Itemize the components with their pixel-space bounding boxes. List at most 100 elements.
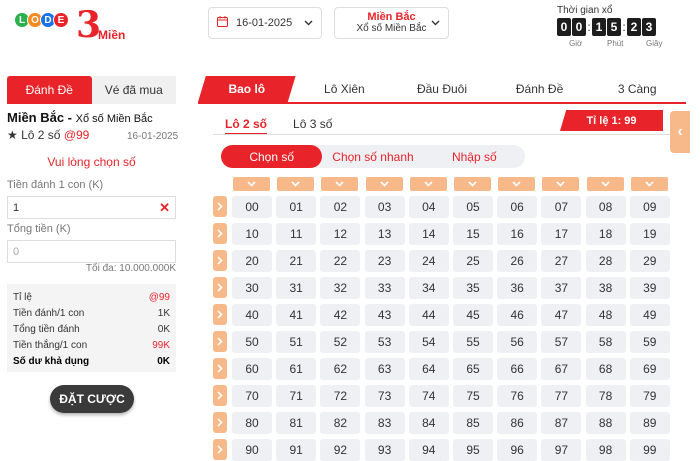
- number-cell[interactable]: 77: [541, 385, 582, 407]
- select-column-button[interactable]: [498, 177, 536, 191]
- number-cell[interactable]: 44: [408, 304, 449, 326]
- number-cell[interactable]: 63: [364, 358, 405, 380]
- number-cell[interactable]: 18: [585, 223, 626, 245]
- number-cell[interactable]: 64: [408, 358, 449, 380]
- number-cell[interactable]: 76: [497, 385, 538, 407]
- number-cell[interactable]: 07: [541, 196, 582, 218]
- tab-3-cang[interactable]: 3 Càng: [588, 76, 686, 102]
- number-cell[interactable]: 71: [276, 385, 317, 407]
- number-cell[interactable]: 83: [364, 412, 405, 434]
- select-row-button[interactable]: [213, 196, 227, 217]
- number-cell[interactable]: 19: [629, 223, 670, 245]
- number-cell[interactable]: 62: [320, 358, 361, 380]
- number-cell[interactable]: 38: [585, 277, 626, 299]
- number-cell[interactable]: 91: [276, 439, 317, 461]
- number-cell[interactable]: 84: [408, 412, 449, 434]
- number-cell[interactable]: 09: [629, 196, 670, 218]
- number-cell[interactable]: 43: [364, 304, 405, 326]
- number-cell[interactable]: 45: [453, 304, 493, 326]
- number-cell[interactable]: 22: [320, 250, 361, 272]
- number-cell[interactable]: 66: [497, 358, 538, 380]
- number-cell[interactable]: 92: [320, 439, 361, 461]
- number-cell[interactable]: 75: [453, 385, 493, 407]
- number-cell[interactable]: 16: [497, 223, 538, 245]
- number-cell[interactable]: 86: [497, 412, 538, 434]
- number-cell[interactable]: 10: [232, 223, 272, 245]
- select-column-button[interactable]: [233, 177, 270, 191]
- region-select[interactable]: Miền Bắc Xổ số Miền Bắc: [334, 7, 449, 39]
- number-cell[interactable]: 90: [232, 439, 272, 461]
- number-cell[interactable]: 21: [276, 250, 317, 272]
- number-cell[interactable]: 61: [276, 358, 317, 380]
- date-picker[interactable]: 16-01-2025: [208, 7, 322, 39]
- tab-lo-xien[interactable]: Lô Xiên: [296, 76, 394, 102]
- number-cell[interactable]: 68: [585, 358, 626, 380]
- total-amount-input[interactable]: 0: [7, 240, 176, 263]
- number-cell[interactable]: 94: [408, 439, 449, 461]
- number-cell[interactable]: 52: [320, 331, 361, 353]
- number-cell[interactable]: 73: [364, 385, 405, 407]
- number-cell[interactable]: 46: [497, 304, 538, 326]
- select-row-button[interactable]: [213, 385, 227, 406]
- select-row-button[interactable]: [213, 412, 227, 433]
- number-cell[interactable]: 29: [629, 250, 670, 272]
- select-row-button[interactable]: [213, 223, 227, 244]
- number-cell[interactable]: 82: [320, 412, 361, 434]
- select-column-button[interactable]: [454, 177, 491, 191]
- number-cell[interactable]: 70: [232, 385, 272, 407]
- tab-dau-duoi[interactable]: Đầu Đuôi: [393, 76, 491, 102]
- tab-place-bet[interactable]: Đánh Đề: [7, 76, 92, 104]
- number-cell[interactable]: 55: [453, 331, 493, 353]
- select-column-button[interactable]: [586, 177, 624, 191]
- number-cell[interactable]: 15: [453, 223, 493, 245]
- number-cell[interactable]: 72: [320, 385, 361, 407]
- number-cell[interactable]: 89: [629, 412, 670, 434]
- select-row-button[interactable]: [213, 358, 227, 379]
- number-cell[interactable]: 04: [408, 196, 449, 218]
- number-cell[interactable]: 56: [497, 331, 538, 353]
- number-cell[interactable]: 96: [497, 439, 538, 461]
- brand-logo[interactable]: L O D E 3 Miền: [14, 4, 125, 46]
- number-cell[interactable]: 12: [320, 223, 361, 245]
- pick-mode-manual[interactable]: Chọn số: [221, 145, 323, 168]
- select-column-button[interactable]: [630, 177, 668, 191]
- number-cell[interactable]: 58: [585, 331, 626, 353]
- pick-mode-quick[interactable]: Chọn số nhanh: [322, 145, 423, 168]
- number-cell[interactable]: 48: [585, 304, 626, 326]
- number-cell[interactable]: 23: [364, 250, 405, 272]
- select-column-button[interactable]: [365, 177, 403, 191]
- number-cell[interactable]: 08: [585, 196, 626, 218]
- select-row-button[interactable]: [213, 277, 227, 298]
- number-cell[interactable]: 31: [276, 277, 317, 299]
- number-cell[interactable]: 69: [629, 358, 670, 380]
- number-cell[interactable]: 40: [232, 304, 272, 326]
- tab-lo-3-so[interactable]: Lô 3 số: [293, 117, 332, 135]
- number-cell[interactable]: 03: [364, 196, 405, 218]
- number-cell[interactable]: 32: [320, 277, 361, 299]
- number-cell[interactable]: 85: [453, 412, 493, 434]
- number-cell[interactable]: 54: [408, 331, 449, 353]
- number-cell[interactable]: 11: [276, 223, 317, 245]
- number-cell[interactable]: 78: [585, 385, 626, 407]
- number-cell[interactable]: 80: [232, 412, 272, 434]
- number-cell[interactable]: 49: [629, 304, 670, 326]
- number-cell[interactable]: 98: [585, 439, 626, 461]
- number-cell[interactable]: 35: [453, 277, 493, 299]
- pick-mode-input[interactable]: Nhập số: [424, 145, 525, 168]
- number-cell[interactable]: 42: [320, 304, 361, 326]
- select-column-button[interactable]: [542, 177, 580, 191]
- select-row-button[interactable]: [213, 304, 227, 325]
- number-cell[interactable]: 02: [320, 196, 361, 218]
- select-column-button[interactable]: [321, 177, 359, 191]
- tab-lo-2-so[interactable]: Lô 2 số: [225, 117, 268, 135]
- number-cell[interactable]: 00: [232, 196, 272, 218]
- clear-icon[interactable]: ✕: [159, 200, 170, 216]
- number-cell[interactable]: 74: [408, 385, 449, 407]
- number-cell[interactable]: 25: [453, 250, 493, 272]
- number-cell[interactable]: 30: [232, 277, 272, 299]
- number-cell[interactable]: 57: [541, 331, 582, 353]
- number-cell[interactable]: 47: [541, 304, 582, 326]
- collapse-panel-button[interactable]: ‹: [670, 111, 690, 153]
- number-cell[interactable]: 93: [364, 439, 405, 461]
- per-number-amount-input[interactable]: 1 ✕: [7, 196, 176, 219]
